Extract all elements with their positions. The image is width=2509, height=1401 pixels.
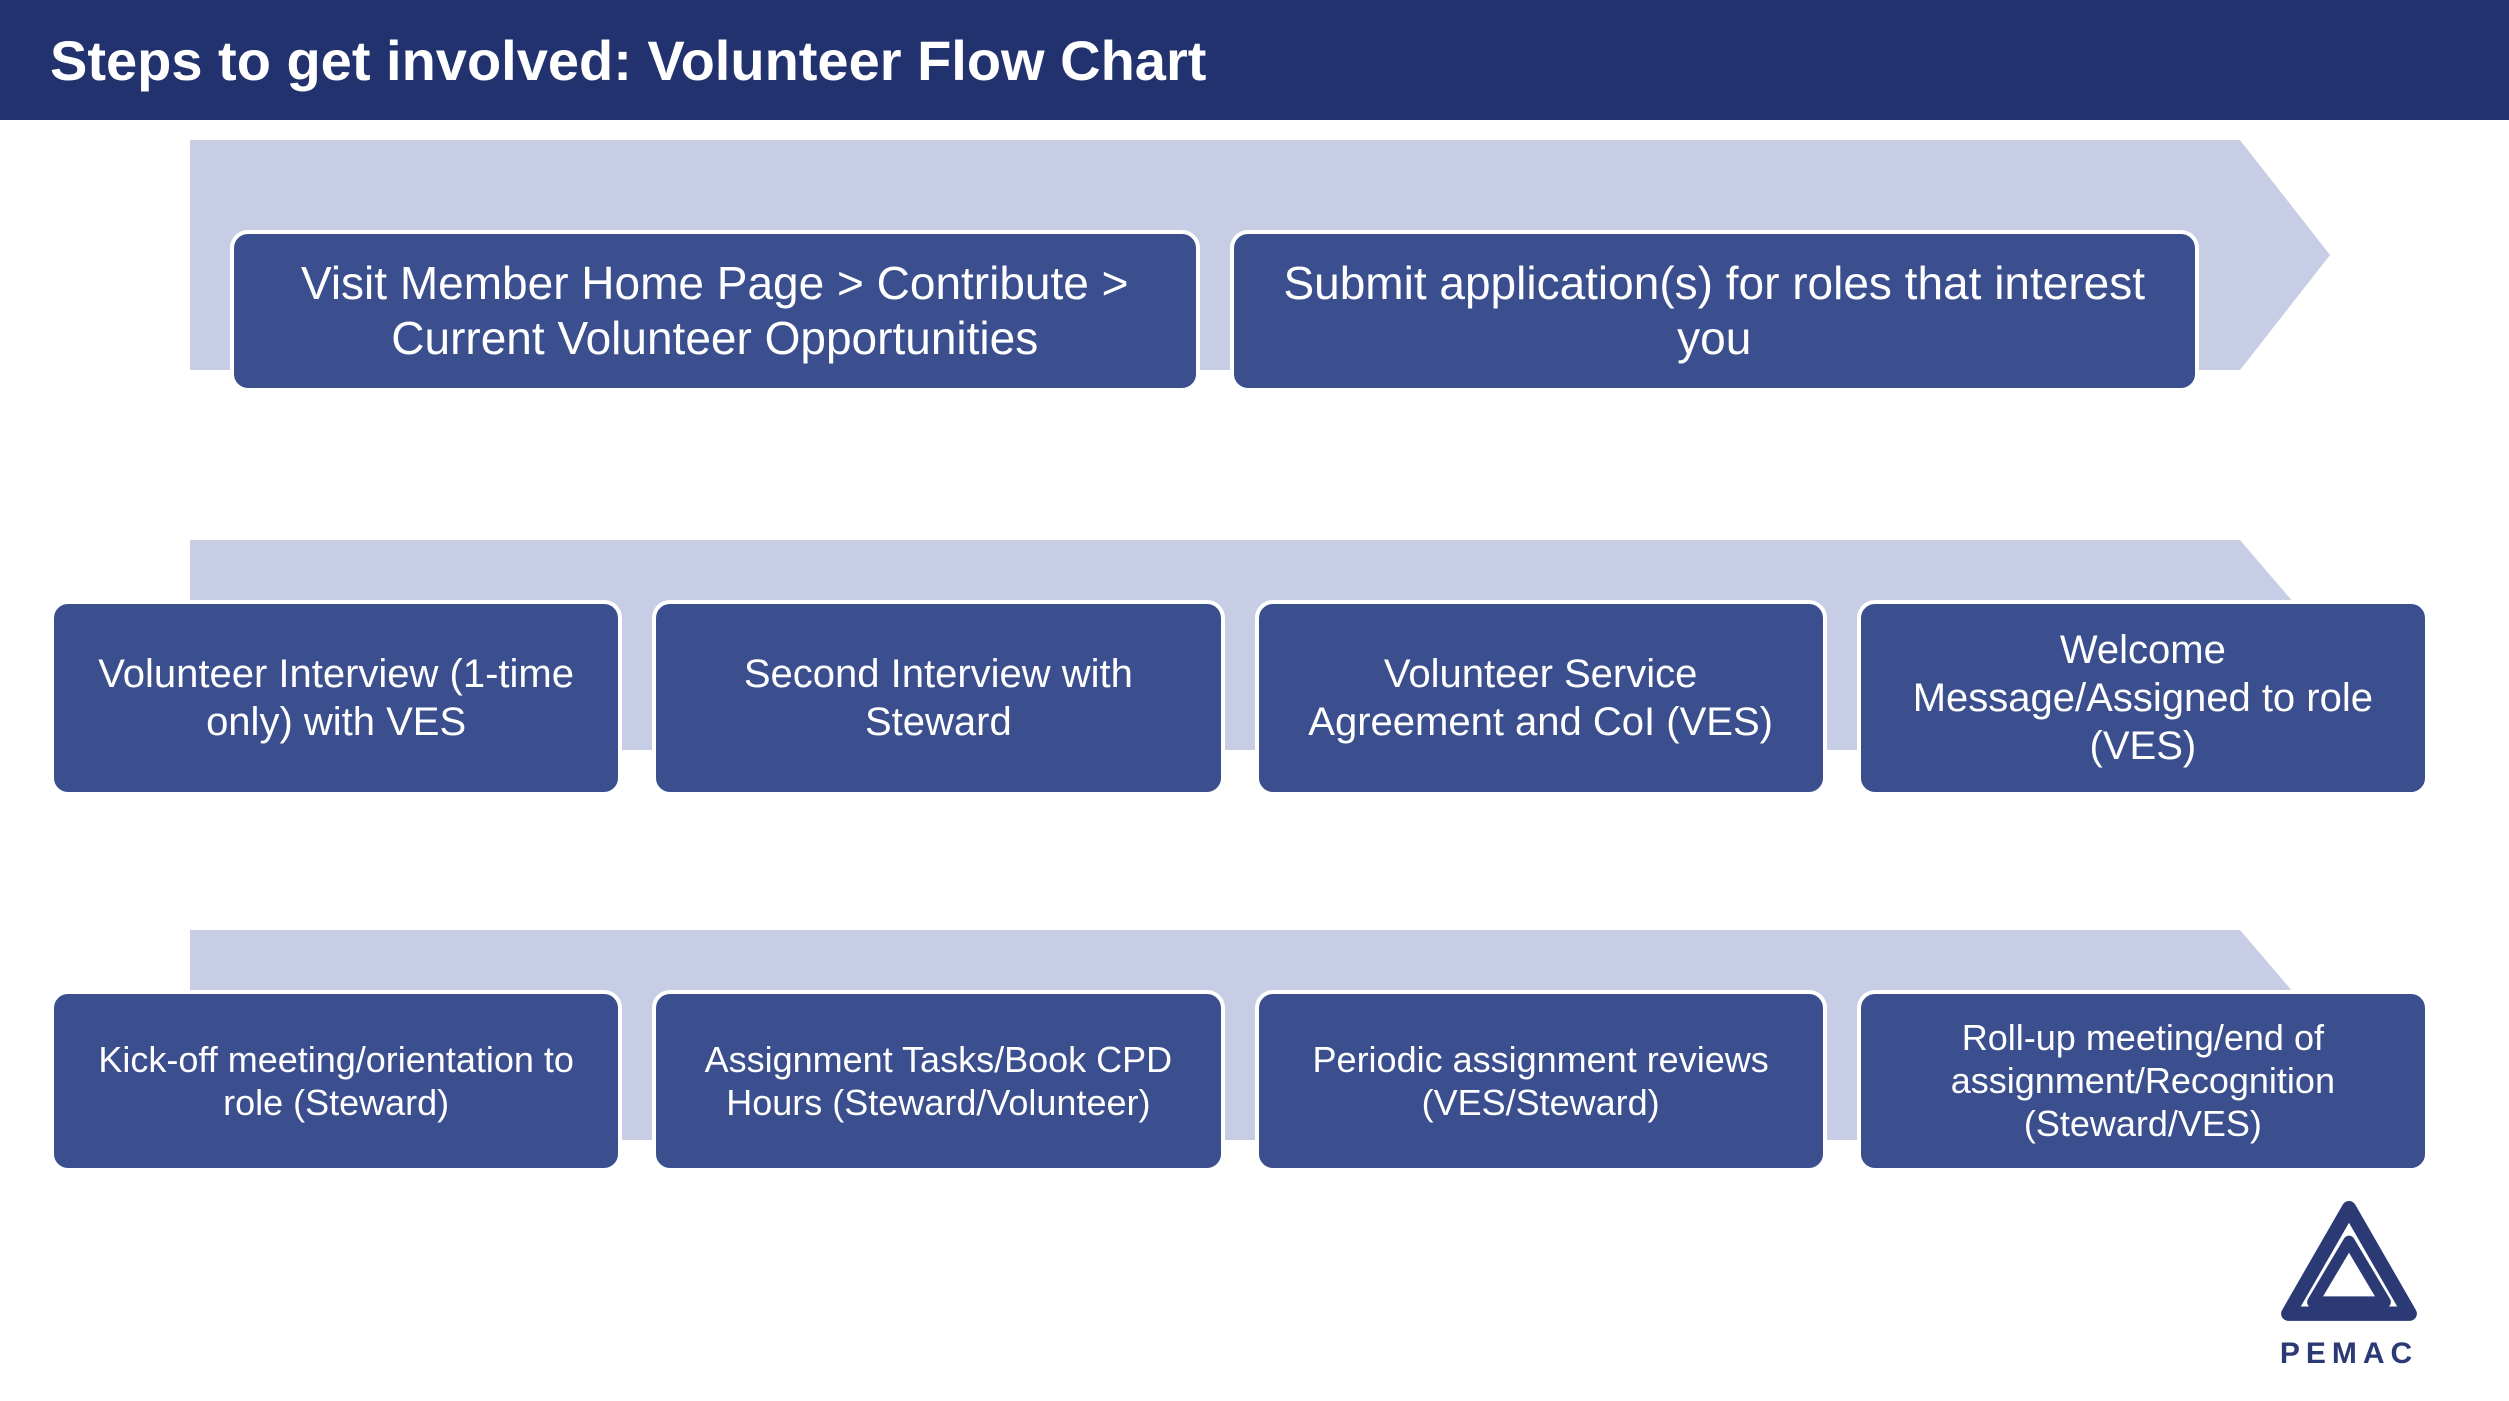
step-box: Volunteer Service Agreement and CoI (VES… (1255, 600, 1827, 796)
step-box: Visit Member Home Page > Contribute > Cu… (230, 230, 1200, 392)
steps-row-2: Volunteer Interview (1-time only) with V… (50, 600, 2429, 796)
steps-row-3: Kick-off meeting/orientation to role (St… (50, 990, 2429, 1172)
step-box: Assignment Tasks/Book CPD Hours (Steward… (652, 990, 1224, 1172)
step-box: Roll-up meeting/end of assignment/Recogn… (1857, 990, 2429, 1172)
step-box: Submit application(s) for roles that int… (1230, 230, 2200, 392)
step-box: Welcome Message/Assigned to role (VES) (1857, 600, 2429, 796)
step-box: Volunteer Interview (1-time only) with V… (50, 600, 622, 796)
title-bar: Steps to get involved: Volunteer Flow Ch… (0, 0, 2509, 120)
pemac-logo-icon (2274, 1201, 2424, 1331)
step-box: Periodic assignment reviews (VES/Steward… (1255, 990, 1827, 1172)
step-box: Second Interview with Steward (652, 600, 1224, 796)
page-title: Steps to get involved: Volunteer Flow Ch… (50, 28, 1206, 93)
brand-logo-label: PEMAC (2280, 1337, 2418, 1371)
step-box: Kick-off meeting/orientation to role (St… (50, 990, 622, 1172)
flow-chart-content: Visit Member Home Page > Contribute > Cu… (0, 120, 2509, 1401)
brand-logo: PEMAC (2249, 1201, 2449, 1371)
steps-row-1: Visit Member Home Page > Contribute > Cu… (230, 230, 2199, 392)
arrow-head-icon (2240, 140, 2330, 370)
